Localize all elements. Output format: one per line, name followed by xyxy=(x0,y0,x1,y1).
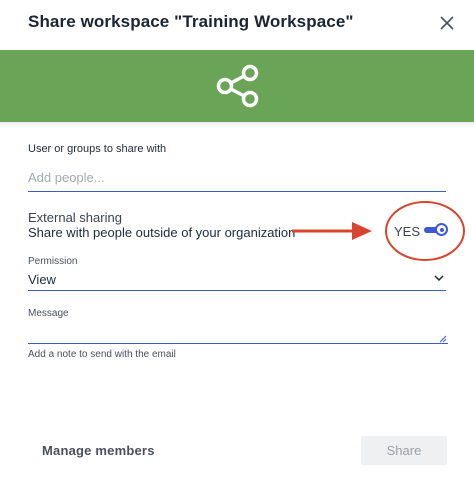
toggle-knob xyxy=(435,223,448,236)
chevron-down-icon xyxy=(434,275,444,282)
share-icon xyxy=(216,64,259,108)
external-sharing-toggle[interactable] xyxy=(422,222,448,238)
add-people-input[interactable] xyxy=(28,166,446,192)
banner-shadow xyxy=(0,122,474,128)
resize-grip-icon[interactable] xyxy=(439,335,447,343)
message-hint: Add a note to send with the email xyxy=(28,349,176,360)
annotation-arrow-icon xyxy=(292,222,372,240)
permission-value: View xyxy=(28,272,56,287)
permission-select[interactable]: View xyxy=(28,270,446,291)
message-label: Message xyxy=(28,308,69,319)
close-icon xyxy=(440,16,454,30)
manage-members-button[interactable]: Manage members xyxy=(42,443,155,458)
share-button[interactable]: Share xyxy=(361,436,447,465)
share-with-label: User or groups to share with xyxy=(28,143,167,155)
close-button[interactable] xyxy=(436,12,458,34)
permission-label: Permission xyxy=(28,256,78,267)
external-sharing-state-label: YES xyxy=(394,224,421,239)
dialog-title: Share workspace "Training Workspace" xyxy=(28,12,354,31)
external-sharing-title: External sharing xyxy=(28,210,122,225)
message-field[interactable] xyxy=(28,322,448,344)
external-sharing-description: Share with people outside of your organi… xyxy=(28,225,296,240)
